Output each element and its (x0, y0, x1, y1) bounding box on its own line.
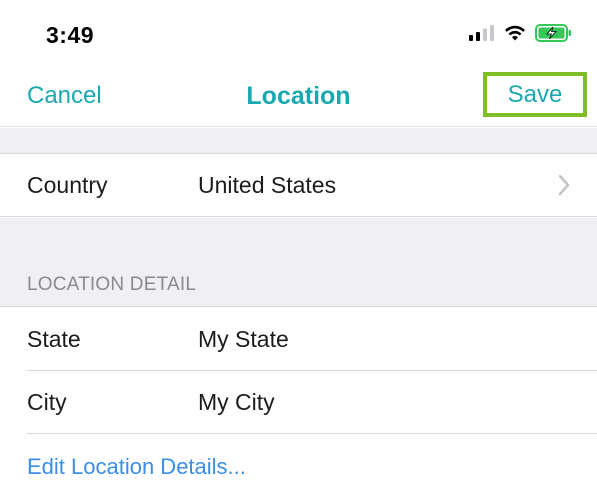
section-spacer (0, 128, 597, 154)
country-label: Country (27, 172, 108, 198)
battery-charging-icon (535, 24, 571, 42)
chevron-right-icon (558, 174, 570, 196)
state-value: My State (198, 326, 289, 352)
location-detail-section: LOCATION DETAIL (0, 218, 597, 307)
section-header: LOCATION DETAIL (27, 274, 197, 295)
country-value: United States (198, 172, 337, 198)
city-value: My City (198, 389, 275, 415)
country-row[interactable]: Country United States (0, 154, 597, 217)
edit-location-details-link[interactable]: Edit Location Details... (27, 454, 246, 480)
status-icons (469, 24, 573, 42)
state-row[interactable]: State My State (0, 308, 597, 371)
wifi-icon (505, 25, 525, 41)
save-button[interactable]: Save (483, 72, 587, 117)
status-bar: 3:49 (0, 0, 597, 68)
save-button-label: Save (507, 80, 563, 108)
city-row[interactable]: City My City (0, 371, 597, 434)
navigation-bar: Cancel Location Save (0, 68, 597, 127)
status-time: 3:49 (46, 22, 95, 48)
city-label: City (27, 389, 67, 415)
cancel-button[interactable]: Cancel (27, 82, 102, 110)
cellular-signal-icon (469, 25, 494, 41)
state-label: State (27, 326, 81, 352)
